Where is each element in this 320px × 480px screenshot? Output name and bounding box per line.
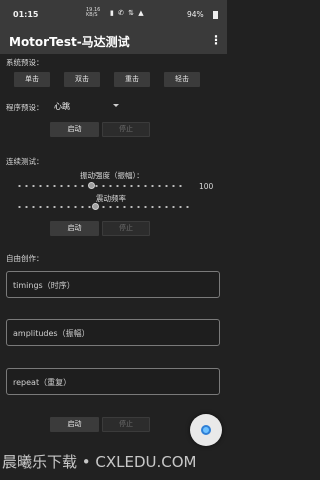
amplitudes-placeholder: amplitudes（振幅） <box>13 329 90 338</box>
status-time: 01:15 <box>13 10 39 19</box>
amplitudes-field[interactable]: amplitudes（振幅） <box>6 319 220 346</box>
single-click-button[interactable]: 单击 <box>14 72 50 87</box>
amplitude-slider[interactable] <box>16 182 182 190</box>
app-bar: MotorTest-马达测试 ⋮ <box>0 28 227 54</box>
repeat-field[interactable]: repeat（重复） <box>6 368 220 395</box>
status-bar: 01:15 19.16 KB/S ▮ ✆ ⇅ ▲ 94% <box>0 0 227 28</box>
amplitude-slider-track[interactable] <box>16 185 182 187</box>
continuous-stop-button[interactable]: 停止 <box>102 221 150 236</box>
repeat-placeholder: repeat（重复） <box>13 378 72 387</box>
freeform-stop-button[interactable]: 停止 <box>102 417 150 432</box>
free-creation-label: 自由创作： <box>6 254 44 263</box>
timings-placeholder: timings（时序） <box>13 281 75 290</box>
signal-wifi-icons: ▮ ✆ ⇅ ▲ <box>110 9 145 17</box>
floating-assistant-button[interactable] <box>190 414 222 446</box>
network-speed: 19.16 KB/S <box>86 8 100 18</box>
program-preset-select[interactable]: 心跳 <box>54 101 70 112</box>
amplitude-value: 100 <box>199 182 214 191</box>
light-click-button[interactable]: 轻击 <box>164 72 200 87</box>
more-options-icon[interactable]: ⋮ <box>210 33 222 47</box>
amplitude-slider-thumb[interactable] <box>88 182 95 189</box>
network-speed-unit: KB/S <box>86 12 98 18</box>
program-stop-button[interactable]: 停止 <box>102 122 150 137</box>
continuous-test-label: 连续测试： <box>6 157 44 166</box>
assistant-icon <box>201 425 211 435</box>
system-preset-label: 系统预设： <box>6 58 44 67</box>
frequency-slider[interactable] <box>16 203 192 211</box>
battery-percent: 94% <box>187 10 204 19</box>
double-click-button[interactable]: 双击 <box>64 72 100 87</box>
battery-icon <box>213 11 218 19</box>
amplitude-label: 振动强度（振幅）： <box>80 171 144 180</box>
watermark-text: 晨曦乐下载 • CXLEDU.COM <box>2 453 197 471</box>
freeform-start-button[interactable]: 启动 <box>50 417 99 432</box>
heavy-click-button[interactable]: 重击 <box>114 72 150 87</box>
timings-field[interactable]: timings（时序） <box>6 271 220 298</box>
app-title: MotorTest-马达测试 <box>9 35 130 49</box>
continuous-start-button[interactable]: 启动 <box>50 221 99 236</box>
frequency-slider-track[interactable] <box>16 206 192 208</box>
frequency-slider-thumb[interactable] <box>92 203 99 210</box>
program-start-button[interactable]: 启动 <box>50 122 99 137</box>
chevron-down-icon[interactable] <box>113 104 119 107</box>
program-preset-label: 程序预设： <box>6 103 44 112</box>
